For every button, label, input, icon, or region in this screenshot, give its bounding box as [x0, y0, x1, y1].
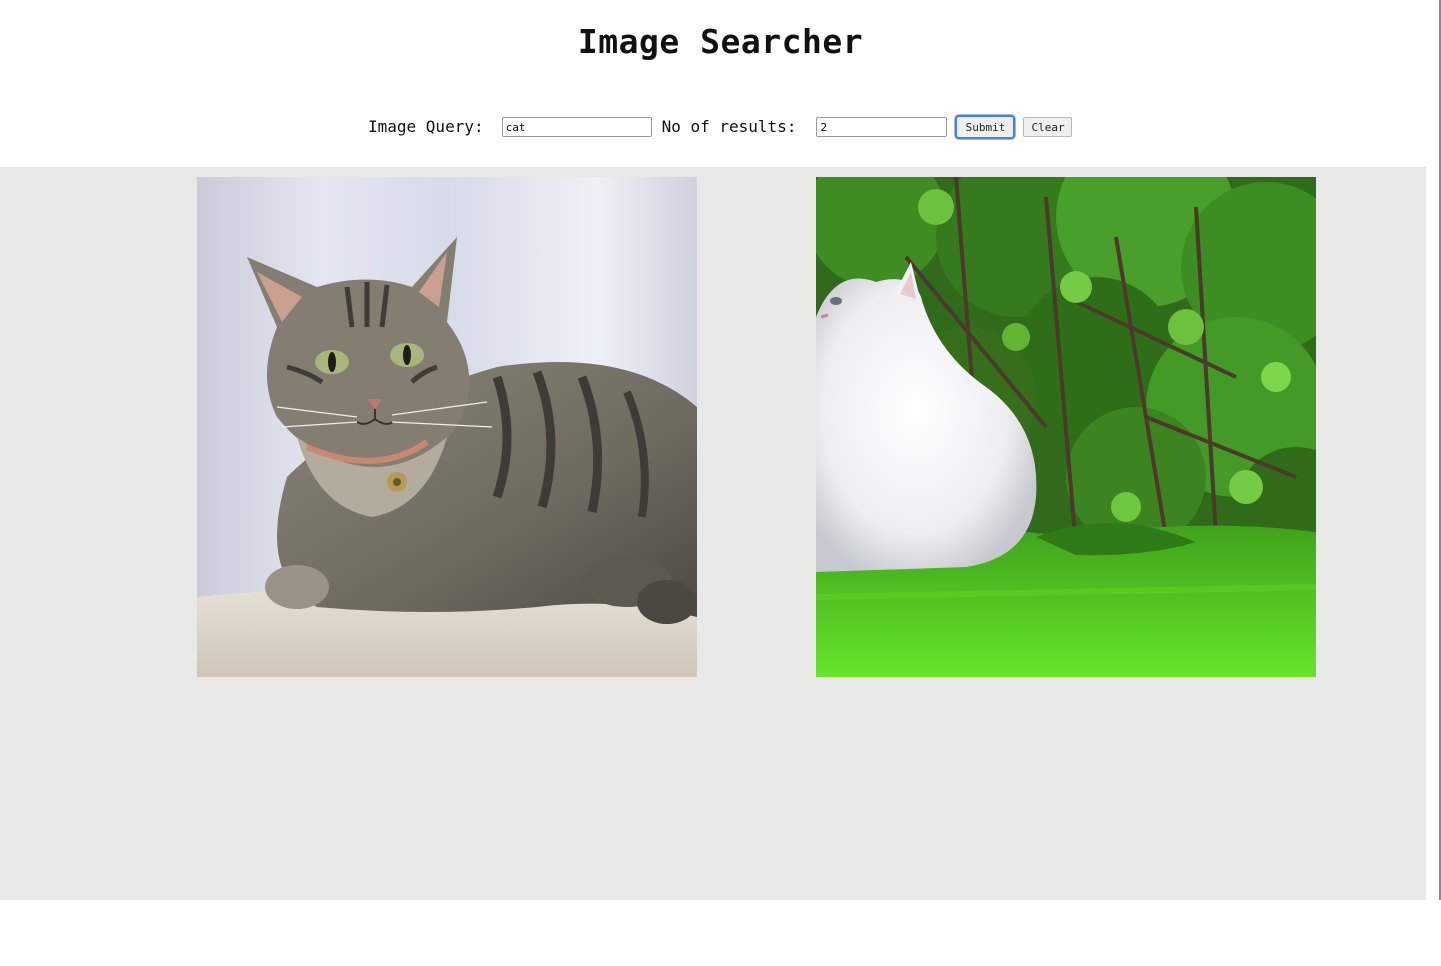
clear-button[interactable]: Clear — [1023, 117, 1073, 137]
page-title: Image Searcher — [577, 22, 864, 61]
result-image-tabby-cat[interactable] — [197, 177, 697, 677]
white-cat-image — [816, 177, 1316, 677]
result-image-white-cat[interactable] — [816, 177, 1316, 677]
submit-button[interactable]: Submit — [955, 115, 1016, 139]
image-searcher-page: Image Searcher Image Query: No of result… — [0, 0, 1441, 966]
results-panel — [0, 167, 1426, 900]
result-count-label: No of results: — [661, 117, 797, 136]
tabby-cat-image — [197, 177, 697, 677]
result-count-input[interactable] — [816, 117, 948, 137]
query-label: Image Query: — [368, 117, 484, 136]
query-input[interactable] — [501, 117, 652, 137]
search-form: Image Query: No of results: Submit Clear — [368, 114, 1073, 140]
